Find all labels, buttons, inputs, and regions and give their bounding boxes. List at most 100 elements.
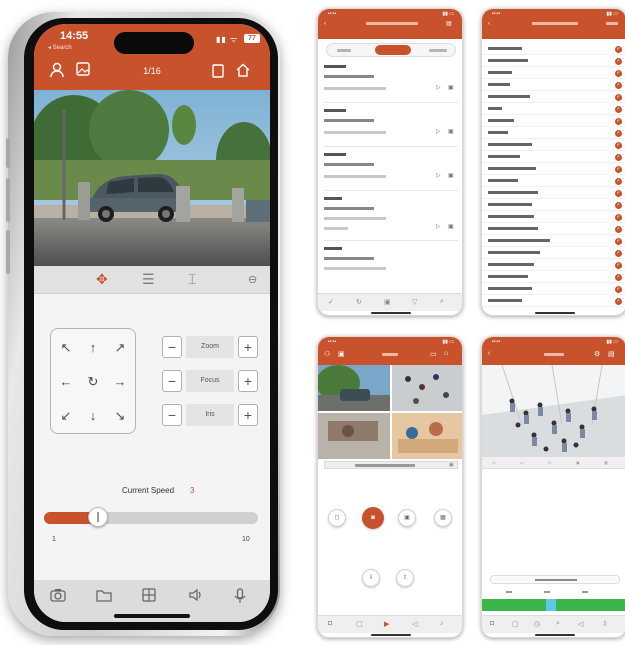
list-item[interactable]: ✓ bbox=[482, 223, 625, 235]
settings-sliders-icon[interactable]: ☰ bbox=[142, 271, 155, 288]
segment-3[interactable] bbox=[429, 49, 447, 52]
person-icon[interactable]: ⚇ bbox=[324, 350, 330, 358]
grid-icon[interactable] bbox=[142, 588, 156, 605]
download-icon[interactable]: ⇩ bbox=[602, 620, 608, 628]
tool-icon[interactable]: ▣ bbox=[576, 460, 580, 465]
preset-icon[interactable]: ⌶ bbox=[188, 271, 196, 288]
list-item[interactable]: ✓ bbox=[482, 151, 625, 163]
image-icon[interactable]: ▣ bbox=[448, 128, 454, 135]
person-icon[interactable] bbox=[50, 62, 64, 82]
tool-icon[interactable]: ▭ bbox=[520, 460, 524, 465]
pan-down-left-button[interactable]: ↙ bbox=[53, 401, 79, 431]
download-button[interactable]: ⇩ bbox=[362, 569, 380, 587]
list-item[interactable]: ✓ bbox=[482, 139, 625, 151]
list-item[interactable]: ✓ bbox=[482, 115, 625, 127]
image-icon[interactable]: ▣ bbox=[338, 350, 345, 358]
pan-up-left-button[interactable]: ↖ bbox=[53, 333, 79, 363]
tilt-up-button[interactable]: ↑ bbox=[80, 333, 106, 363]
playback-time-strip[interactable]: ▣ bbox=[324, 461, 458, 469]
play-icon[interactable]: ▷ bbox=[436, 172, 441, 179]
calendar-icon[interactable]: ▤ bbox=[608, 350, 615, 358]
list-item[interactable]: ✓ bbox=[482, 283, 625, 295]
list-item[interactable]: ✓ bbox=[482, 199, 625, 211]
microphone-icon[interactable] bbox=[234, 588, 246, 607]
image-icon[interactable]: ▣ bbox=[448, 84, 454, 91]
filter-icon[interactable]: ▽ bbox=[412, 298, 417, 306]
snapshot-button-active[interactable]: ◙ bbox=[362, 507, 384, 529]
playback-icon[interactable]: ▶ bbox=[384, 620, 389, 628]
list-item[interactable]: ▷ ▣ bbox=[324, 105, 458, 147]
list-item[interactable]: ✓ bbox=[482, 187, 625, 199]
fullscreen-icon[interactable]: ▣ bbox=[449, 462, 454, 468]
tool-icon[interactable]: ▦ bbox=[604, 460, 608, 465]
done-button[interactable] bbox=[606, 22, 618, 25]
iris-open-button[interactable]: + bbox=[238, 404, 258, 426]
speaker-icon[interactable]: ◁ bbox=[578, 620, 583, 628]
list-item[interactable]: ✓ bbox=[482, 235, 625, 247]
tool-icon[interactable]: ◁ bbox=[492, 460, 495, 465]
back-icon[interactable]: ‹ bbox=[488, 350, 490, 357]
search-icon[interactable]: ⌕ bbox=[440, 298, 444, 306]
play-icon[interactable]: ▷ bbox=[436, 223, 441, 230]
settings-icon[interactable]: ⚙ bbox=[594, 350, 600, 358]
back-to-search[interactable]: ◂ Search bbox=[48, 44, 72, 51]
folder-icon[interactable]: ▢ bbox=[512, 620, 519, 628]
list-item[interactable]: ✓ bbox=[482, 103, 625, 115]
list-item[interactable]: ✓ bbox=[482, 43, 625, 55]
zoom-icon[interactable]: ⌕ bbox=[556, 620, 560, 628]
list-item[interactable]: ✓ bbox=[482, 91, 625, 103]
window-icon[interactable]: ▭ bbox=[430, 350, 437, 358]
folder-icon[interactable]: ▣ bbox=[384, 298, 391, 306]
recording-timeline[interactable] bbox=[482, 599, 625, 611]
zoom-out-button[interactable]: − bbox=[162, 336, 182, 358]
list-item[interactable]: ✓ bbox=[482, 259, 625, 271]
list-item[interactable]: ✓ bbox=[482, 55, 625, 67]
timeline-cursor[interactable] bbox=[546, 599, 556, 611]
video-grid[interactable] bbox=[318, 365, 462, 459]
list-item[interactable]: ✓ bbox=[482, 175, 625, 187]
list-item[interactable]: ▷ ▣ bbox=[324, 149, 458, 191]
list-item[interactable]: ✓ bbox=[482, 271, 625, 283]
list-item[interactable]: ✓ bbox=[482, 211, 625, 223]
check-icon[interactable]: ✓ bbox=[328, 298, 334, 306]
list-item[interactable]: ✓ bbox=[482, 295, 625, 307]
camera-icon[interactable]: ◘ bbox=[490, 620, 494, 627]
play-icon[interactable]: ▷ bbox=[436, 84, 441, 91]
folder-icon[interactable] bbox=[96, 588, 112, 605]
clock-icon[interactable]: ◷ bbox=[534, 620, 540, 628]
camera-icon[interactable] bbox=[50, 588, 66, 605]
ptz-icon[interactable]: ✥ bbox=[96, 271, 108, 288]
image-icon[interactable]: ▣ bbox=[448, 223, 454, 230]
live-video[interactable] bbox=[34, 90, 270, 266]
live-video[interactable] bbox=[482, 364, 625, 457]
list-item[interactable]: ✓ bbox=[482, 79, 625, 91]
image-icon[interactable] bbox=[76, 62, 90, 80]
list-item[interactable]: ▷ ▣ bbox=[324, 61, 458, 103]
pan-right-button[interactable]: → bbox=[107, 367, 133, 397]
reset-button[interactable]: ↻ bbox=[80, 367, 106, 397]
tilt-down-button[interactable]: ↓ bbox=[80, 401, 106, 431]
share-button[interactable]: ⇪ bbox=[396, 569, 414, 587]
focus-near-button[interactable]: − bbox=[162, 370, 182, 392]
pan-up-right-button[interactable]: ↗ bbox=[107, 333, 133, 363]
window-icon[interactable] bbox=[212, 64, 224, 82]
record-button[interactable]: ◻ bbox=[328, 509, 346, 527]
back-icon[interactable]: ‹ bbox=[324, 21, 326, 27]
camera-icon[interactable]: ◘ bbox=[328, 620, 332, 627]
pan-left-button[interactable]: ← bbox=[53, 367, 79, 397]
list-item[interactable] bbox=[324, 243, 458, 285]
segment-1[interactable] bbox=[337, 49, 351, 52]
clip-button[interactable]: ▣ bbox=[398, 509, 416, 527]
focus-far-button[interactable]: + bbox=[238, 370, 258, 392]
date-selector[interactable] bbox=[490, 575, 620, 584]
microphone-icon[interactable]: ♪ bbox=[440, 620, 444, 627]
calendar-icon[interactable]: ▤ bbox=[446, 20, 452, 27]
image-icon[interactable]: ▣ bbox=[448, 172, 454, 179]
home-icon[interactable]: ⌂ bbox=[444, 350, 448, 357]
segment-2-active[interactable] bbox=[375, 45, 411, 55]
zoom-in-button[interactable]: + bbox=[238, 336, 258, 358]
home-icon[interactable] bbox=[236, 63, 250, 81]
refresh-icon[interactable]: ↻ bbox=[356, 298, 362, 306]
list-item[interactable]: ✓ bbox=[482, 127, 625, 139]
back-icon[interactable]: ‹ bbox=[488, 21, 490, 27]
